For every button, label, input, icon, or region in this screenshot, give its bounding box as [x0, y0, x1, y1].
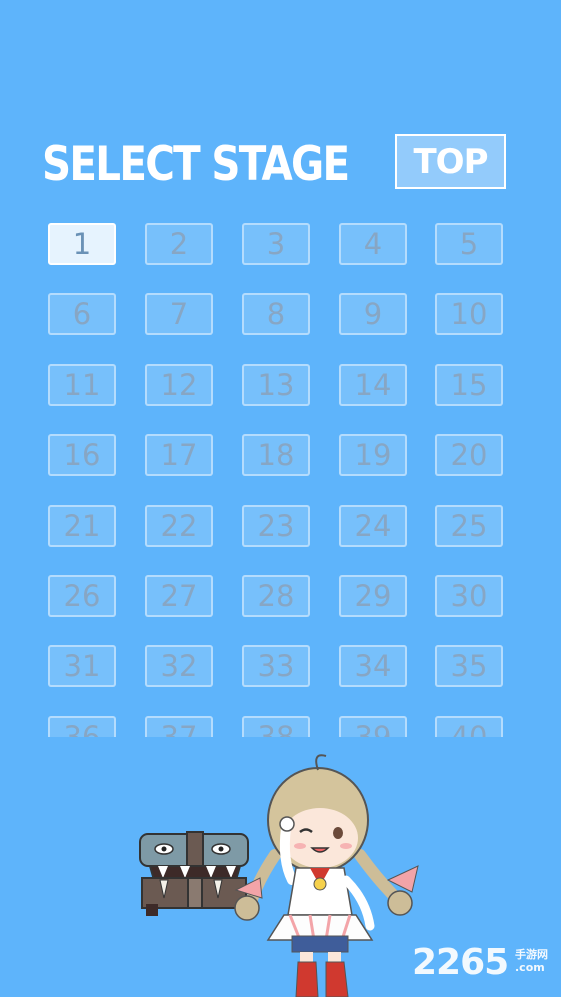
stage-button-24[interactable]: 24	[339, 504, 407, 547]
stage-button-11[interactable]: 11	[48, 363, 116, 406]
stage-button-28[interactable]: 28	[242, 575, 310, 617]
stage-button-14[interactable]: 14	[339, 363, 407, 406]
stage-button-18[interactable]: 18	[242, 434, 310, 477]
anime-girl-mascot-icon	[234, 754, 419, 997]
stage-button-8[interactable]: 8	[242, 293, 310, 336]
stage-button-19[interactable]: 19	[339, 434, 407, 477]
stage-button-17[interactable]: 17	[145, 434, 213, 477]
stage-button-30[interactable]: 30	[435, 575, 503, 617]
top-button[interactable]: TOP	[395, 134, 506, 189]
stage-button-15[interactable]: 15	[435, 363, 503, 406]
treasure-chest-mimic-icon	[139, 831, 249, 916]
stage-button-6[interactable]: 6	[48, 293, 116, 336]
stage-button-13[interactable]: 13	[242, 363, 310, 406]
stage-button-21[interactable]: 21	[48, 504, 116, 547]
stage-button-12[interactable]: 12	[145, 363, 213, 406]
watermark-sub-top: 手游网	[515, 948, 548, 961]
stage-button-3[interactable]: 3	[242, 223, 310, 265]
stage-button-10[interactable]: 10	[435, 293, 503, 336]
stage-button-26[interactable]: 26	[48, 575, 116, 617]
watermark-sub-bottom: .com	[515, 961, 545, 974]
stage-button-1[interactable]: 1	[48, 223, 116, 265]
stage-button-20[interactable]: 20	[435, 434, 503, 477]
stage-button-37[interactable]: 37	[145, 715, 213, 737]
stage-button-38[interactable]: 38	[242, 715, 310, 737]
stage-button-16[interactable]: 16	[48, 434, 116, 477]
stage-button-40[interactable]: 40	[435, 715, 503, 737]
page-title: SELECT STAGE	[42, 137, 350, 192]
stage-button-27[interactable]: 27	[145, 575, 213, 617]
stage-button-23[interactable]: 23	[242, 504, 310, 547]
stage-button-32[interactable]: 32	[145, 645, 213, 688]
stage-button-22[interactable]: 22	[145, 504, 213, 547]
stage-grid: 1 2 3 4 5 6 7 8 9 10 11 12 13 14 15 16 17 18 19 20 21 22 23 24 2…	[0, 215, 561, 737]
stage-button-29[interactable]: 29	[339, 575, 407, 617]
watermark-logo: 2265	[412, 942, 509, 983]
stage-button-35[interactable]: 35	[435, 645, 503, 688]
watermark-sub: 手游网 .com	[515, 948, 548, 974]
stage-button-25[interactable]: 25	[435, 504, 503, 547]
stage-button-2[interactable]: 2	[145, 223, 213, 265]
stage-button-34[interactable]: 34	[339, 645, 407, 688]
stage-button-36[interactable]: 36	[48, 715, 116, 737]
stage-button-33[interactable]: 33	[242, 645, 310, 688]
stage-button-7[interactable]: 7	[145, 293, 213, 336]
stage-button-5[interactable]: 5	[435, 223, 503, 265]
stage-button-39[interactable]: 39	[339, 715, 407, 737]
stage-button-9[interactable]: 9	[339, 293, 407, 336]
stage-button-31[interactable]: 31	[48, 645, 116, 688]
stage-button-4[interactable]: 4	[339, 223, 407, 265]
